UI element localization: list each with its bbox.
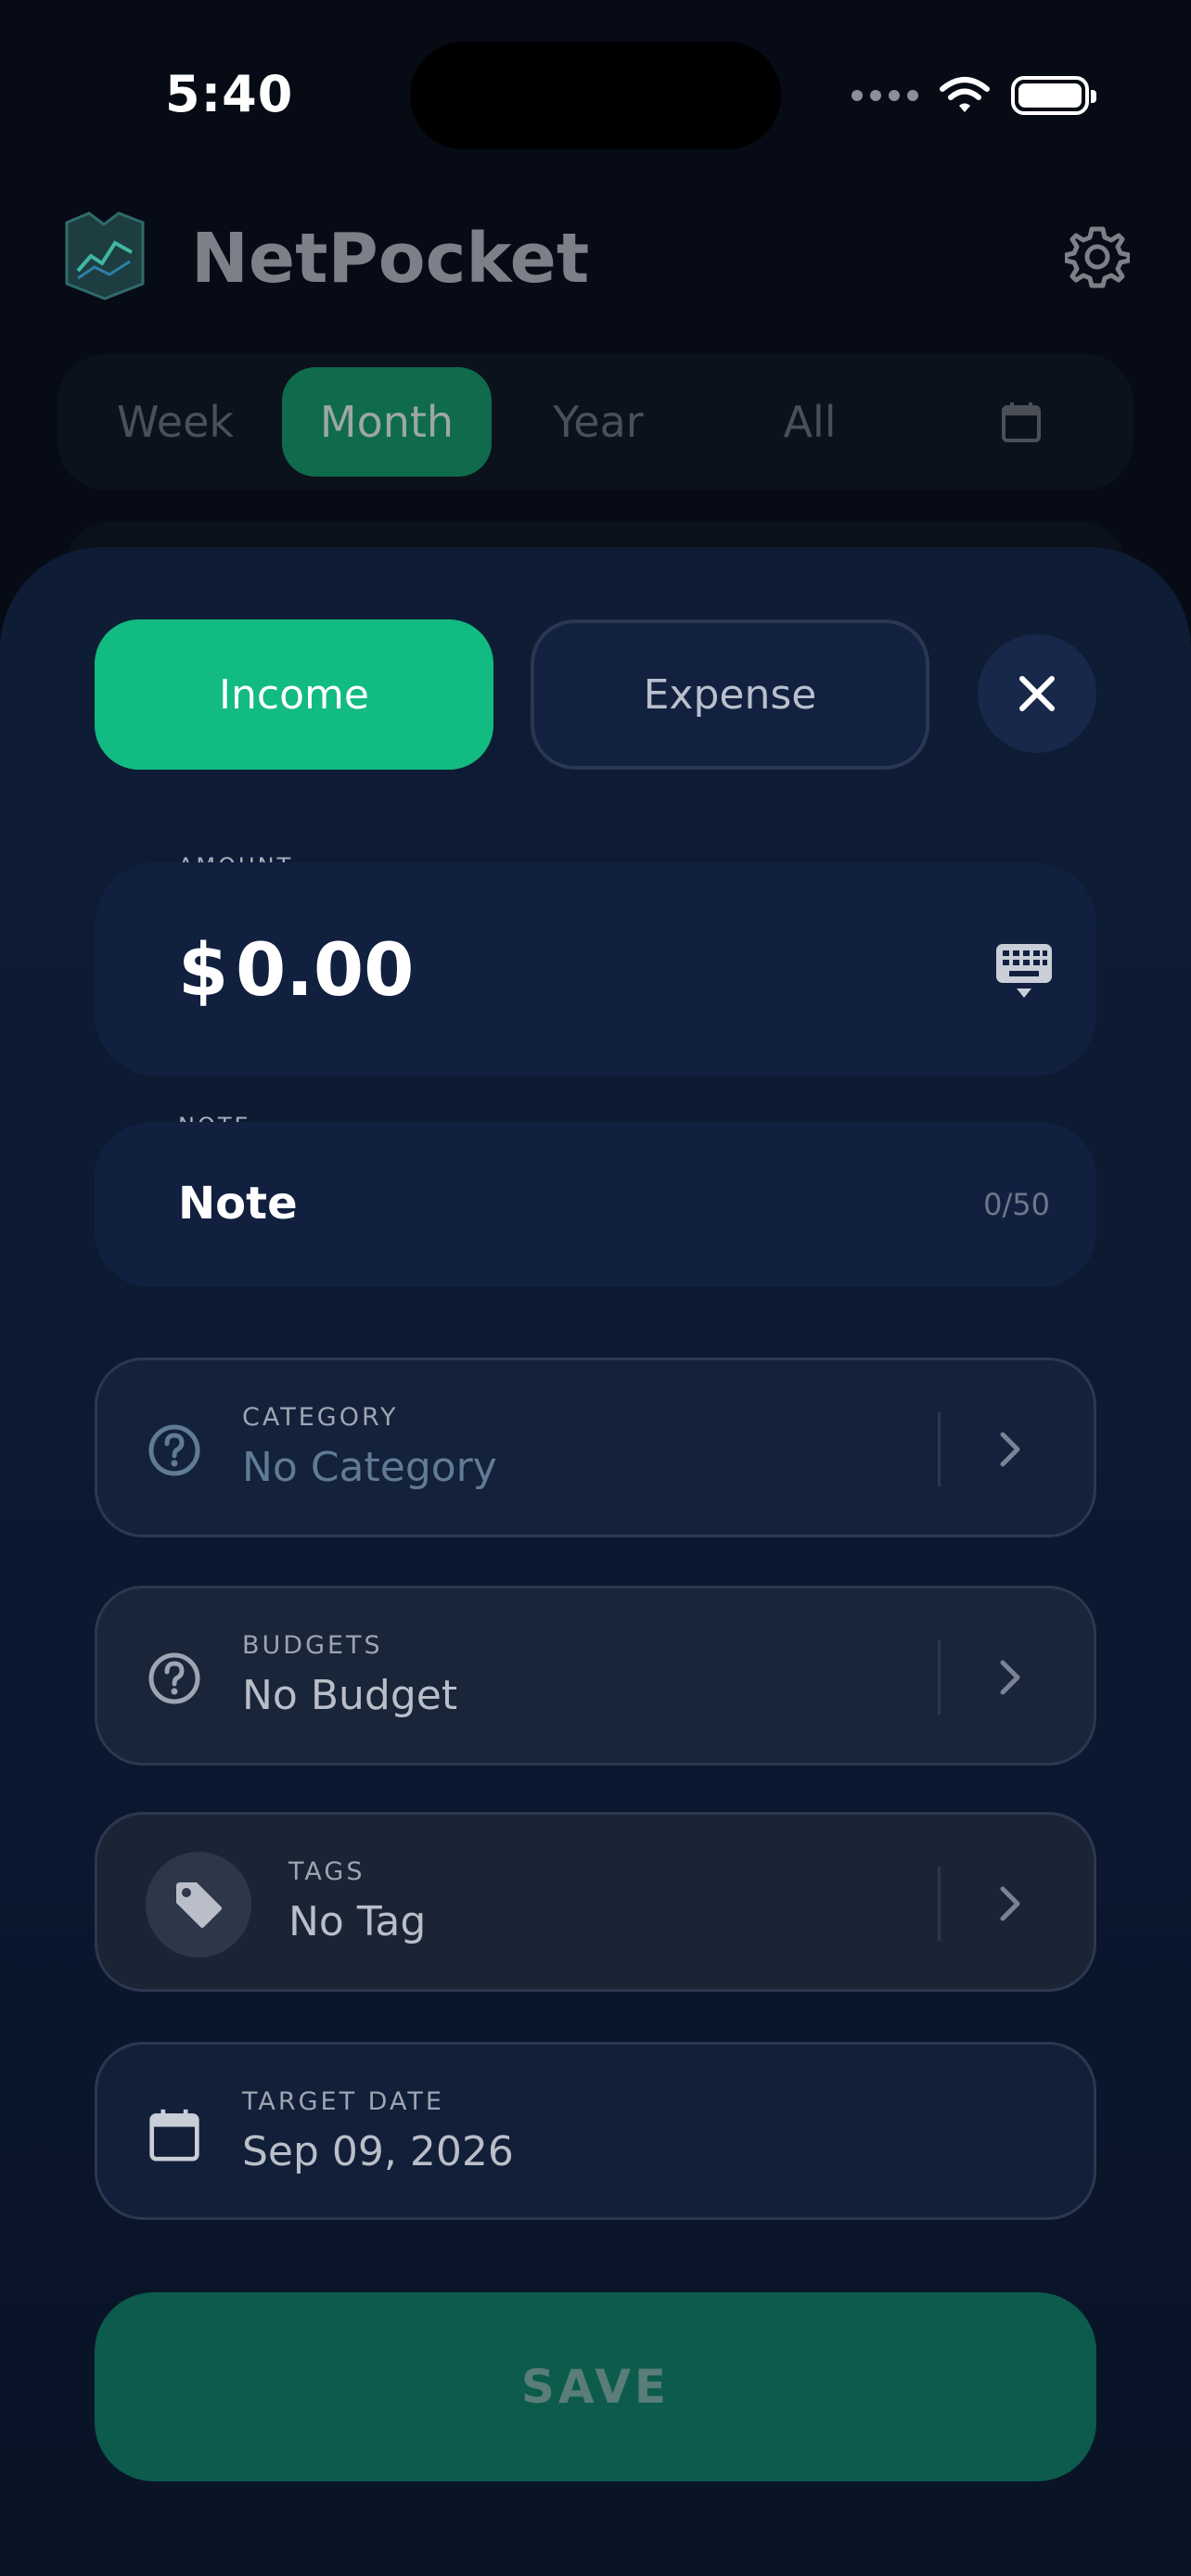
expense-button[interactable]: Expense: [531, 619, 929, 770]
tab-week[interactable]: Week: [70, 367, 280, 477]
tag-icon-badge: [146, 1852, 251, 1958]
question-circle-icon: [148, 1652, 200, 1704]
currency-symbol: $: [178, 929, 229, 1013]
close-icon: [1019, 676, 1055, 711]
close-button[interactable]: [978, 634, 1096, 753]
calendar-icon: [1002, 402, 1041, 442]
note-placeholder: Note: [178, 1178, 298, 1230]
amount-value: 0.00: [236, 929, 415, 1013]
app-header: NetPocket: [0, 185, 1191, 334]
divider: [938, 1640, 941, 1715]
note-input[interactable]: Note 0/50: [95, 1122, 1096, 1287]
amount-input[interactable]: $ 0.00: [95, 862, 1096, 1076]
note-char-counter: 0/50: [983, 1187, 1050, 1222]
category-label: CATEGORY: [242, 1403, 399, 1432]
budgets-label: BUDGETS: [242, 1631, 383, 1660]
status-bar: 5:40: [0, 0, 1191, 185]
transaction-type-toggle: Income Expense: [95, 619, 929, 770]
income-button[interactable]: Income: [95, 619, 493, 770]
target-date-selector[interactable]: TARGET DATE Sep 09, 2026: [95, 2042, 1096, 2220]
budget-selector[interactable]: BUDGETS No Budget: [95, 1586, 1096, 1766]
keyboard-icon[interactable]: [994, 942, 1054, 1001]
tab-calendar[interactable]: [916, 367, 1126, 477]
divider: [938, 1412, 941, 1486]
category-selector[interactable]: CATEGORY No Category: [95, 1358, 1096, 1537]
save-button[interactable]: SAVE: [95, 2292, 1096, 2481]
chevron-right-icon: [1000, 1660, 1020, 1695]
gear-icon[interactable]: [1065, 224, 1130, 289]
wallet-chart-icon: [65, 211, 145, 300]
tab-all[interactable]: All: [705, 367, 915, 477]
target-date-value: Sep 09, 2026: [242, 2128, 514, 2175]
add-transaction-sheet: Income Expense AMOUNT $ 0.00 NOTE Note 0…: [0, 547, 1191, 2576]
tags-value: No Tag: [288, 1898, 427, 1945]
question-circle-icon: [148, 1424, 200, 1476]
calendar-icon: [149, 2109, 199, 2162]
app-title: NetPocket: [191, 219, 590, 299]
chevron-right-icon: [1000, 1432, 1020, 1467]
cellular-signal-icon: [852, 90, 918, 101]
status-indicators: [852, 72, 1096, 119]
budgets-value: No Budget: [242, 1672, 458, 1719]
dynamic-island: [410, 42, 781, 149]
category-value: No Category: [242, 1444, 497, 1491]
tab-year[interactable]: Year: [493, 367, 703, 477]
tag-icon: [176, 1882, 222, 1928]
tags-label: TAGS: [288, 1857, 365, 1886]
tags-selector[interactable]: TAGS No Tag: [95, 1812, 1096, 1992]
tab-month[interactable]: Month: [282, 367, 492, 477]
battery-icon: [1011, 76, 1096, 115]
chevron-right-icon: [1000, 1886, 1020, 1921]
target-date-label: TARGET DATE: [242, 2087, 444, 2116]
divider: [938, 1867, 941, 1941]
period-tabs: Week Month Year All: [58, 354, 1133, 490]
wifi-icon: [940, 77, 990, 112]
status-time: 5:40: [165, 65, 294, 123]
